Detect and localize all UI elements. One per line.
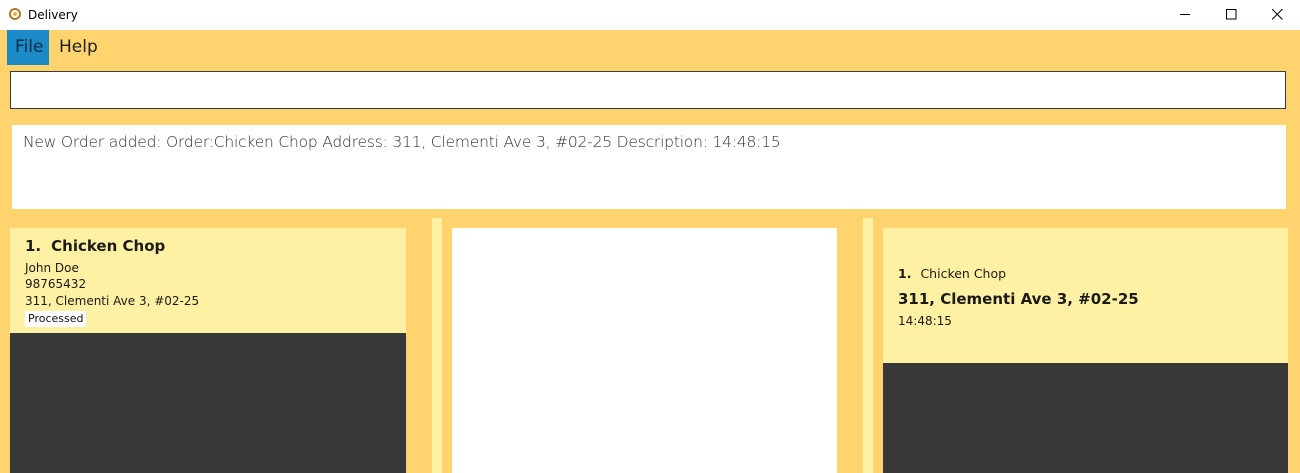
delivery-time: 14:48:15 bbox=[898, 314, 952, 328]
maximize-button[interactable] bbox=[1208, 0, 1254, 30]
minimize-button[interactable] bbox=[1162, 0, 1208, 30]
maximize-icon bbox=[1226, 9, 1237, 20]
split-divider-left[interactable] bbox=[432, 218, 442, 473]
order-phone: 98765432 bbox=[25, 277, 87, 291]
close-button[interactable] bbox=[1254, 0, 1300, 30]
delivery-order: Chicken Chop bbox=[920, 266, 1007, 281]
minimize-icon bbox=[1180, 14, 1190, 15]
order-customer: John Doe bbox=[25, 261, 79, 275]
order-index: 1. bbox=[25, 237, 42, 255]
title-bar: Delivery bbox=[0, 0, 1300, 30]
status-badge: Processed bbox=[25, 311, 87, 327]
close-icon bbox=[1272, 9, 1283, 20]
menu-bar: File Help bbox=[0, 30, 1300, 66]
delivery-index: 1. bbox=[898, 266, 912, 281]
delivery-address: 311, Clementi Ave 3, #02-25 bbox=[898, 290, 1139, 308]
app-icon bbox=[9, 8, 21, 20]
order-name: Chicken Chop bbox=[51, 237, 166, 255]
order-address: 311, Clementi Ave 3, #02-25 bbox=[25, 294, 200, 308]
menu-help[interactable]: Help bbox=[51, 30, 106, 65]
center-panel bbox=[452, 228, 837, 473]
split-divider-right[interactable] bbox=[863, 218, 873, 473]
command-input[interactable] bbox=[10, 71, 1286, 109]
menu-file[interactable]: File bbox=[7, 30, 49, 65]
order-title: 1. Chicken Chop bbox=[25, 237, 165, 255]
window-title: Delivery bbox=[28, 8, 78, 22]
order-card[interactable]: 1. Chicken Chop John Doe 98765432 311, Cl… bbox=[10, 228, 406, 333]
delivery-header: 1. Chicken Chop bbox=[898, 266, 1006, 281]
delivery-card[interactable]: 1. Chicken Chop 311, Clementi Ave 3, #02-… bbox=[883, 228, 1288, 363]
result-display: New Order added: Order:Chicken Chop Addr… bbox=[12, 125, 1286, 209]
